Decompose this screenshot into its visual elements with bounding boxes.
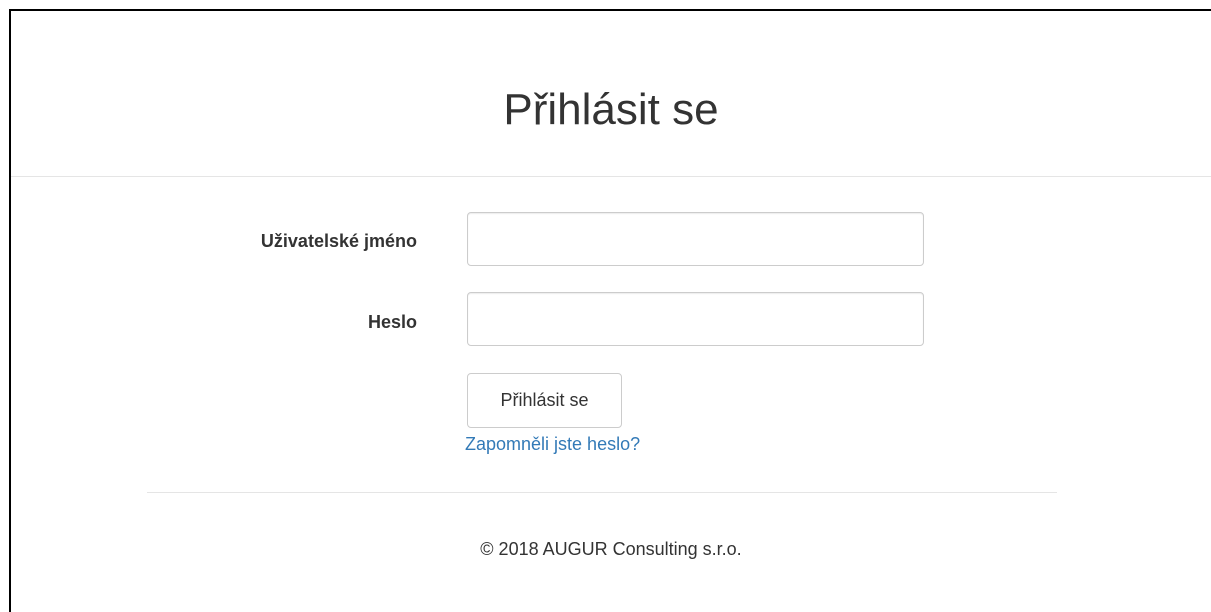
password-label: Heslo	[367, 312, 417, 332]
forgot-password-link[interactable]: Zapomněli jste heslo?	[465, 434, 640, 454]
footer-divider	[147, 492, 1057, 493]
footer-copyright: © 2018 AUGUR Consulting s.r.o.	[480, 539, 742, 559]
username-input[interactable]	[467, 212, 924, 266]
title-divider	[11, 176, 1211, 177]
username-label: Uživatelské jméno	[260, 231, 417, 251]
page-title: Přihlásit se	[503, 85, 719, 134]
page-frame: Přihlásit se Uživatelské jméno Heslo Při…	[9, 9, 1211, 612]
login-button[interactable]: Přihlásit se	[467, 373, 622, 428]
password-input[interactable]	[467, 292, 924, 346]
